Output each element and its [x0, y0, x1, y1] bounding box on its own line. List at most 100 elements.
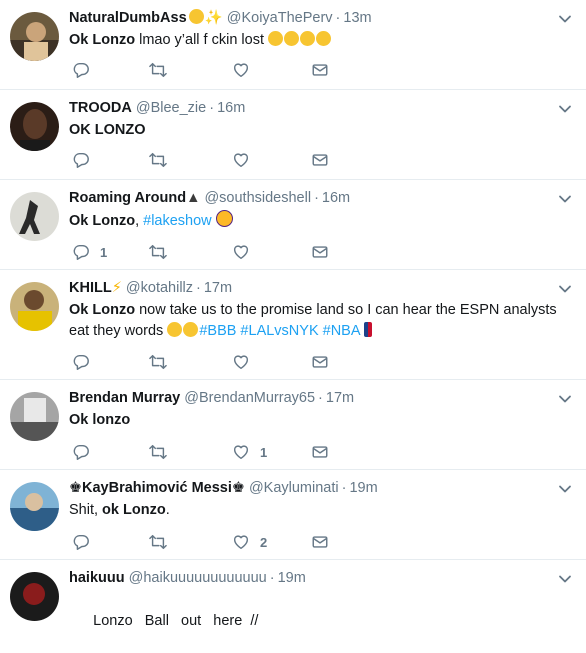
sparkle-emoji-icon: ✨ — [204, 10, 223, 26]
avatar[interactable] — [10, 12, 59, 61]
reply-count: 1 — [100, 244, 108, 260]
chevron-down-icon[interactable] — [558, 482, 572, 496]
hashtag-link[interactable]: #BBB #LALvsNYK #NBA — [199, 323, 359, 339]
display-name[interactable]: Brendan Murray — [69, 390, 180, 406]
reply-button[interactable] — [72, 442, 90, 462]
chevron-down-icon[interactable] — [558, 392, 572, 406]
message-button[interactable] — [311, 150, 329, 170]
message-icon — [311, 61, 329, 79]
hashtag-link[interactable]: #lakeshow — [143, 213, 212, 229]
like-count: 2 — [260, 534, 268, 550]
display-name[interactable]: haikuuu — [69, 570, 125, 586]
retweet-button[interactable] — [148, 150, 168, 170]
nba-logo-emoji-icon — [363, 322, 372, 337]
reply-icon — [72, 151, 90, 169]
timestamp[interactable]: 13m — [343, 10, 371, 26]
tweet[interactable]: ♚KayBrahimović Messi♚ @Kayluminati · 19m S… — [0, 470, 586, 560]
message-icon — [311, 533, 329, 551]
chevron-down-icon[interactable] — [558, 192, 572, 206]
like-icon — [232, 61, 250, 79]
avatar[interactable] — [10, 482, 59, 531]
like-button[interactable] — [232, 150, 250, 170]
retweet-icon — [148, 61, 168, 79]
timestamp[interactable]: 17m — [326, 390, 354, 406]
tweet[interactable]: Roaming Around▲ @southsideshell · 16m Ok L… — [0, 180, 586, 270]
retweet-button[interactable] — [148, 532, 168, 552]
retweet-button[interactable] — [148, 60, 168, 80]
tweet-header: KHILL⚡ @kotahillz · 17m — [69, 280, 233, 296]
tweet-header: haikuuu @haikuuuuuuuuuuuu · 19m — [69, 570, 306, 586]
reply-button[interactable] — [72, 532, 90, 552]
tweet-text: Shit, ok Lonzo. — [69, 502, 170, 518]
timestamp[interactable]: 19m — [278, 570, 306, 586]
user-handle[interactable]: @BrendanMurray65 — [184, 390, 315, 406]
laughing-emoji-icon — [167, 322, 199, 339]
crown-emoji-icon: ♚ — [69, 480, 82, 496]
user-handle[interactable]: @Kayluminati — [249, 480, 339, 496]
like-count: 1 — [260, 444, 268, 460]
crown-emoji-icon: ♚ — [231, 480, 245, 496]
avatar[interactable] — [10, 392, 59, 441]
user-handle[interactable]: @Blee_zie — [136, 100, 206, 116]
message-icon — [311, 443, 329, 461]
retweet-button[interactable] — [148, 442, 168, 462]
display-name[interactable]: KayBrahimović Messi — [82, 480, 232, 496]
tweet-text: OK LONZO — [69, 122, 146, 138]
message-icon — [311, 353, 329, 371]
timestamp[interactable]: 19m — [349, 480, 377, 496]
chevron-down-icon[interactable] — [558, 12, 572, 26]
user-handle[interactable]: @haikuuuuuuuuuuuu — [129, 570, 267, 586]
message-button[interactable] — [311, 352, 329, 372]
tweet-text: Ok Lonzo, #lakeshow — [69, 210, 566, 232]
chevron-down-icon[interactable] — [558, 282, 572, 296]
tweet[interactable]: haikuuu @haikuuuuuuuuuuuu · 19m Lonzo Ball… — [0, 560, 586, 629]
like-button[interactable] — [232, 60, 250, 80]
like-button[interactable]: 1 — [232, 442, 267, 462]
display-name[interactable]: NaturalDumbAss — [69, 10, 187, 26]
retweet-icon — [148, 353, 168, 371]
tweet-text: Ok Lonzo now take us to the promise land… — [69, 302, 557, 339]
avatar[interactable] — [10, 282, 59, 331]
timestamp[interactable]: 16m — [322, 190, 350, 206]
tweet[interactable]: KHILL⚡ @kotahillz · 17m Ok Lonzo now take … — [0, 270, 586, 380]
message-button[interactable] — [311, 532, 329, 552]
mountain-emoji-icon: ▲ — [186, 190, 201, 206]
timestamp[interactable]: 16m — [217, 100, 245, 116]
like-button[interactable]: 2 — [232, 532, 267, 552]
message-button[interactable] — [311, 442, 329, 462]
timestamp[interactable]: 17m — [204, 280, 232, 296]
retweet-button[interactable] — [148, 242, 168, 262]
like-icon — [232, 353, 250, 371]
like-button[interactable] — [232, 242, 250, 262]
avatar[interactable] — [10, 102, 59, 151]
chevron-down-icon[interactable] — [558, 572, 572, 586]
retweet-button[interactable] — [148, 352, 168, 372]
avatar[interactable] — [10, 192, 59, 241]
message-button[interactable] — [311, 242, 329, 262]
reply-button[interactable] — [72, 352, 90, 372]
user-handle[interactable]: @kotahillz — [126, 280, 193, 296]
chevron-down-icon[interactable] — [558, 102, 572, 116]
like-icon — [232, 151, 250, 169]
display-name[interactable]: Roaming Around — [69, 190, 186, 206]
display-name[interactable]: KHILL — [69, 280, 112, 296]
user-handle[interactable]: @southsideshell — [204, 190, 311, 206]
display-name[interactable]: TROODA — [69, 100, 132, 116]
tweet[interactable]: TROODA @Blee_zie · 16m OK LONZO — [0, 90, 586, 180]
tweet[interactable]: Brendan Murray @BrendanMurray65 · 17m Ok l… — [0, 380, 586, 470]
reply-button[interactable] — [72, 150, 90, 170]
message-button[interactable] — [311, 60, 329, 80]
lightning-emoji-icon: ⚡ — [111, 280, 122, 296]
tweet-header: Roaming Around▲ @southsideshell · 16m — [69, 190, 351, 206]
user-handle[interactable]: @KoiyaThePerv — [227, 10, 333, 26]
reply-button[interactable] — [72, 60, 90, 80]
reply-button[interactable]: 1 — [72, 242, 107, 262]
like-icon — [232, 243, 250, 261]
like-button[interactable] — [232, 352, 250, 372]
message-icon — [311, 243, 329, 261]
retweet-icon — [148, 151, 168, 169]
tweet[interactable]: NaturalDumbAss ✨ @KoiyaThePerv · 13m Ok Lon… — [0, 0, 586, 90]
reply-icon — [72, 533, 90, 551]
tweet-header: Brendan Murray @BrendanMurray65 · 17m — [69, 390, 355, 406]
avatar[interactable] — [10, 572, 59, 621]
